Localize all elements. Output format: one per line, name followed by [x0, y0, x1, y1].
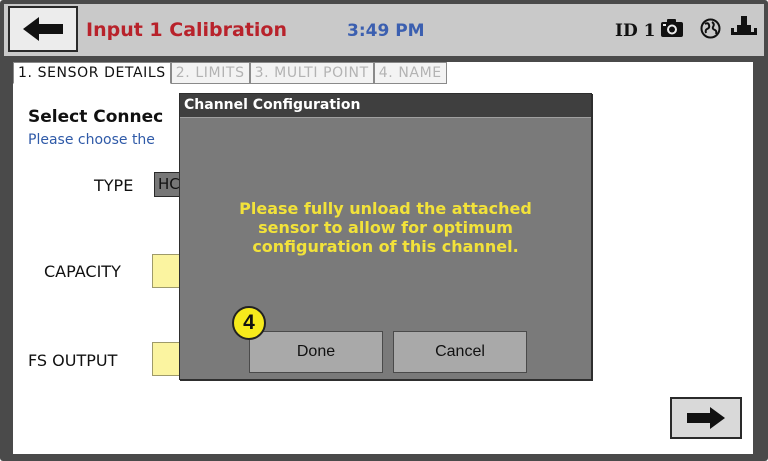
capacity-label: CAPACITY — [44, 262, 121, 281]
next-button[interactable] — [670, 397, 742, 439]
dialog-message: Please fully unload the attached sensor … — [190, 199, 581, 256]
arrow-right-icon — [687, 407, 725, 429]
cancel-button[interactable]: Cancel — [393, 331, 527, 373]
tab-name[interactable]: 4. NAME — [373, 62, 447, 84]
camera-icon[interactable] — [660, 18, 684, 38]
tab-limits[interactable]: 2. LIMITS — [170, 62, 250, 84]
dialog-message-line: Please fully unload the attached — [239, 199, 532, 218]
dialog-message-line: configuration of this channel. — [252, 237, 519, 256]
arrow-left-icon — [23, 17, 63, 41]
globe-icon[interactable] — [700, 18, 721, 39]
step-callout-badge: 4 — [232, 306, 266, 340]
back-button[interactable] — [8, 6, 78, 52]
dialog-title: Channel Configuration — [184, 97, 361, 113]
clock-time: 3:49 PM — [347, 21, 425, 41]
usb-plug-icon — [731, 16, 757, 35]
section-title: Select Connec — [28, 107, 164, 127]
device-id-label: ID 1 — [615, 21, 656, 41]
section-subtitle: Please choose the — [28, 132, 155, 148]
device-frame: Input 1 Calibration 3:49 PM ID 1 1. SENS… — [0, 0, 768, 461]
tab-multi-point[interactable]: 3. MULTI POINT — [249, 62, 374, 84]
done-button[interactable]: Done — [249, 331, 383, 373]
tab-bar: 1. SENSOR DETAILS 2. LIMITS 3. MULTI POI… — [13, 62, 447, 84]
dialog-message-line: sensor to allow for optimum — [258, 218, 513, 237]
dialog-titlebar: Channel Configuration — [180, 94, 591, 118]
header-bar: Input 1 Calibration 3:49 PM ID 1 — [4, 4, 764, 56]
type-label: TYPE — [94, 176, 134, 195]
page-title: Input 1 Calibration — [86, 19, 288, 41]
fs-output-label: FS OUTPUT — [28, 351, 118, 370]
tab-sensor-details[interactable]: 1. SENSOR DETAILS — [13, 62, 171, 84]
